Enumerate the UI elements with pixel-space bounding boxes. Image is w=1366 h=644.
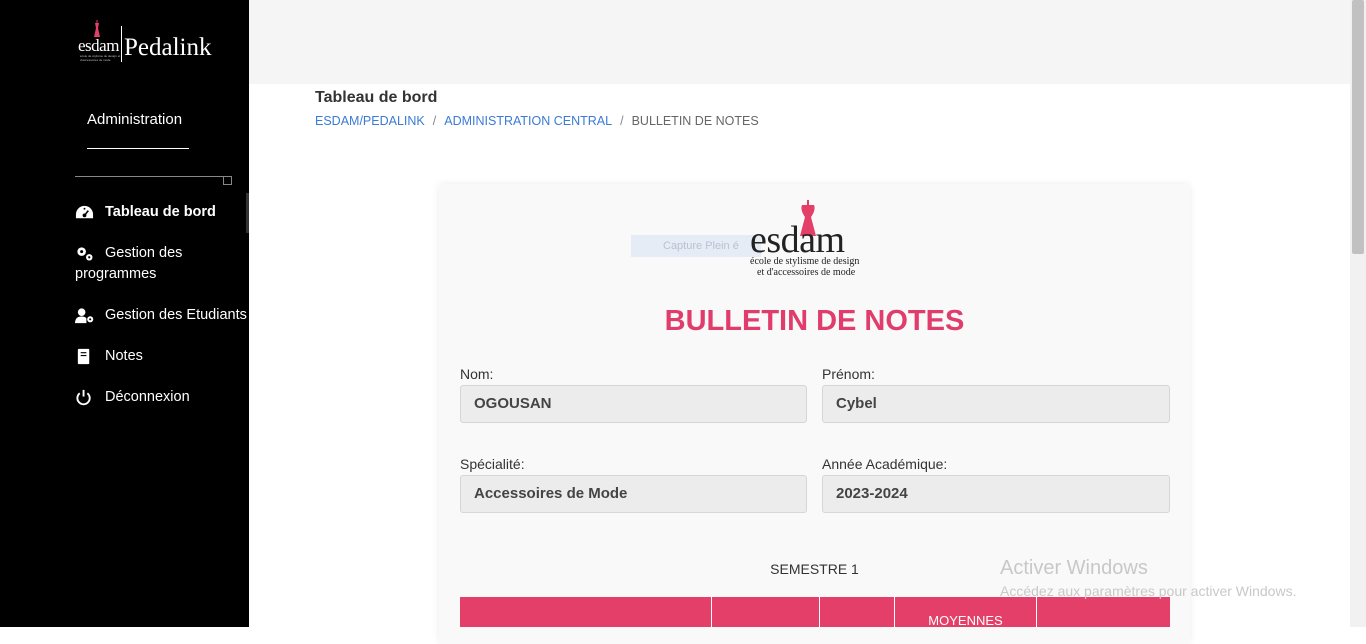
nom-label: Nom: [460,366,494,382]
sidebar-divider [75,176,225,177]
breadcrumb: ESDAM/PEDALINK / ADMINISTRATION CENTRAL / BU… [315,114,759,128]
logo-tagline-1: école de stylisme de design [750,256,860,267]
specialite-field[interactable]: Accessoires de Mode [460,475,807,513]
nom-field[interactable]: OGOUSAN [460,385,807,423]
user-gear-icon [75,305,105,326]
activation-watermark-text: Accédez aux paramètres pour activer Wind… [1000,583,1297,599]
breadcrumb-current: BULLETIN DE NOTES [631,114,759,128]
logo-mini-word: esdam [78,36,119,55]
bulletin-title: BULLETIN DE NOTES [664,305,965,337]
sidebar-item-notes[interactable]: Notes [75,346,250,367]
logo-brand: Pedalink [124,34,212,61]
sidebar-item-label: Gestion des Etudiants [105,307,247,323]
activation-watermark-title: Activer Windows [1000,557,1148,579]
esdam-mini-logo: esdam école de stylisme de design et d'a… [78,20,122,64]
breadcrumb-link-home[interactable]: ESDAM/PEDALINK [315,114,425,128]
page-title: Tableau de bord [315,89,438,106]
table-header-cell [820,597,895,627]
scrollbar-thumb[interactable] [1352,0,1364,254]
annee-field[interactable]: 2023-2024 [822,475,1170,513]
sidebar-section-title: Administration [87,111,183,128]
sidebar: esdam école de stylisme de design et d'a… [0,0,249,627]
collapse-handle[interactable] [223,176,232,185]
grades-table-header: MOYENNES [460,597,1170,627]
prenom-field[interactable]: Cybel [822,385,1170,423]
sidebar-item-label: Notes [105,348,143,364]
sidebar-item-deconnexion[interactable]: Déconnexion [75,387,250,408]
capture-overlay: Capture Plein é [631,235,761,257]
prenom-label: Prénom: [822,366,875,382]
sidebar-item-gestion-etudiants[interactable]: Gestion des Etudiants [75,305,250,326]
breadcrumb-separator: / [620,114,624,128]
table-header-cell [460,597,712,627]
sidebar-item-label: Tableau de bord [105,204,216,220]
pedalink-logo[interactable]: esdam école de stylisme de design et d'a… [78,20,212,68]
annee-label: Année Académique: [822,456,948,472]
section-underline [87,148,189,149]
book-icon [75,346,105,367]
logo-mini-tagline: école de stylisme de design et d'accesso… [80,54,121,62]
sidebar-item-tableau-de-bord[interactable]: Tableau de bord [75,202,250,223]
logo-separator [121,26,122,62]
dashboard-icon [75,202,105,223]
table-header-cell [1037,597,1170,627]
table-header-cell [712,597,820,627]
power-icon [75,387,105,408]
top-bar [249,0,1350,84]
breadcrumb-link-admin[interactable]: ADMINISTRATION CENTRAL [444,114,612,128]
gears-icon [75,243,105,264]
specialite-label: Spécialité: [460,456,525,472]
sidebar-item-gestion-programmes[interactable]: Gestion des programmes [75,243,250,285]
sidebar-item-label: Déconnexion [105,389,190,405]
logo-tagline-2: et d'accessoires de mode [757,267,856,278]
esdam-logo: esdam école de stylisme de design et d'a… [750,200,880,280]
breadcrumb-separator: / [432,114,437,128]
table-header-moyennes: MOYENNES [895,597,1037,627]
